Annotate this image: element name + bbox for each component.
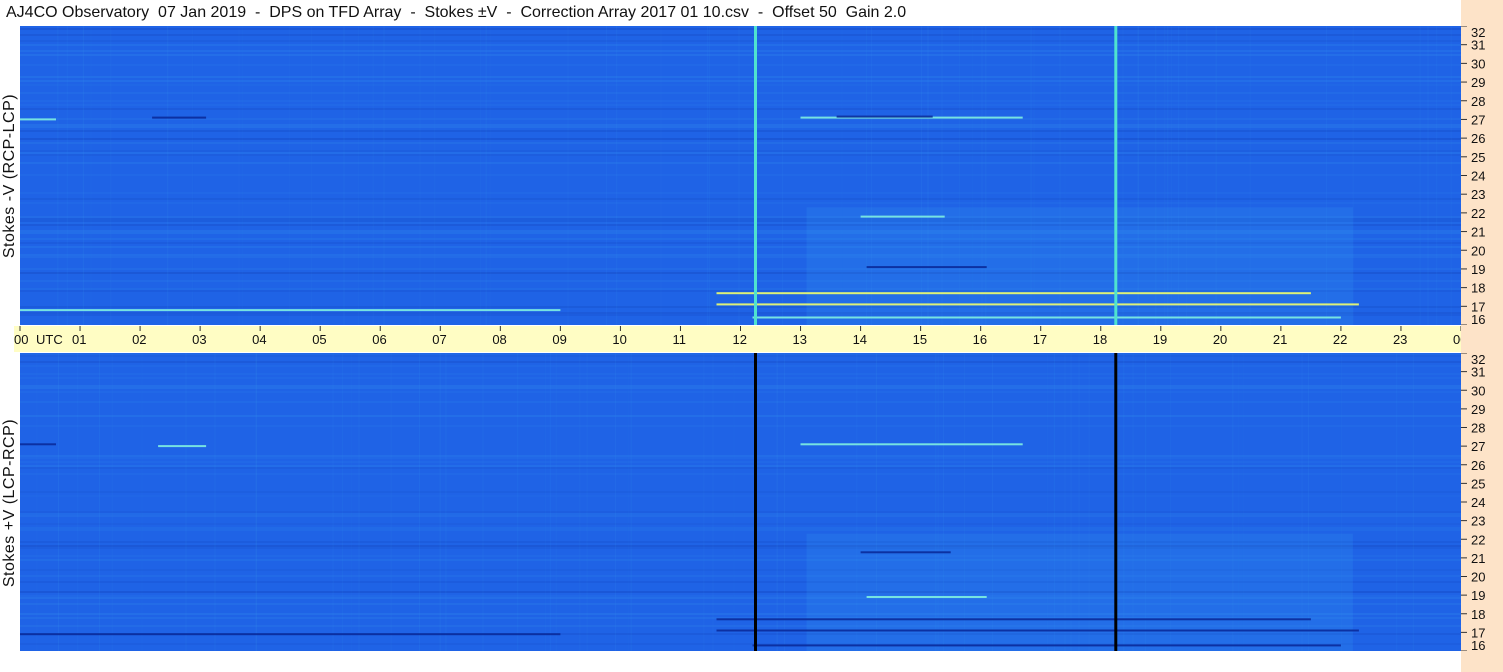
freq-tick-label: 24 bbox=[1471, 169, 1485, 184]
freq-tick-label: 21 bbox=[1471, 551, 1485, 566]
burst-mark bbox=[716, 292, 1311, 295]
freq-tick-label: 25 bbox=[1471, 476, 1485, 491]
vertical-marker-line bbox=[1114, 353, 1118, 651]
time-tick-label: 00 bbox=[1453, 332, 1461, 347]
time-tick-label: 00 bbox=[14, 332, 28, 347]
utc-unit-label: UTC bbox=[36, 332, 63, 347]
freq-tick-label: 19 bbox=[1471, 588, 1485, 603]
burst-mark bbox=[20, 118, 56, 121]
bottom-frequency-axis: 32 31 30 29 28 27 26 25 24 23 22 21 20 19 18 17 16 bbox=[1461, 352, 1503, 653]
burst-mark bbox=[152, 116, 207, 119]
freq-tick-label: 29 bbox=[1471, 402, 1485, 417]
time-tick-label: 22 bbox=[1333, 332, 1347, 347]
vertical-marker-line bbox=[1114, 26, 1118, 325]
vertical-marker-line bbox=[754, 26, 757, 325]
freq-tick-label: 30 bbox=[1471, 383, 1485, 398]
freq-tick-label: 18 bbox=[1471, 607, 1485, 622]
time-tick-label: 05 bbox=[312, 332, 326, 347]
freq-tick-label: 29 bbox=[1471, 75, 1485, 90]
time-tick-label: 19 bbox=[1153, 332, 1167, 347]
freq-tick-label: 22 bbox=[1471, 206, 1485, 221]
freq-tick-label: 28 bbox=[1471, 94, 1485, 109]
chart-title: AJ4CO Observatory 07 Jan 2019 - DPS on T… bbox=[6, 4, 907, 21]
burst-mark bbox=[752, 644, 1341, 647]
time-tick-label: 21 bbox=[1273, 332, 1287, 347]
time-tick-label: 11 bbox=[672, 332, 686, 347]
freq-tick-label: 26 bbox=[1471, 458, 1485, 473]
bottom-panel-ylabel: Stokes +V (LCP-RCP) bbox=[1, 418, 18, 588]
freq-tick-label: 25 bbox=[1471, 150, 1485, 165]
burst-mark bbox=[716, 303, 1359, 306]
time-tick-label: 01 bbox=[72, 332, 86, 347]
burst-mark bbox=[800, 443, 1023, 446]
freq-tick-label: 31 bbox=[1471, 38, 1485, 53]
freq-tick-label: 31 bbox=[1471, 365, 1485, 380]
stokes-minus-v-spectrogram bbox=[20, 26, 1461, 325]
freq-tick-label: 18 bbox=[1471, 281, 1485, 296]
freq-tick-label: 20 bbox=[1471, 243, 1485, 258]
burst-mark bbox=[866, 266, 987, 269]
afternoon-noise-region bbox=[806, 533, 1353, 651]
freq-tick-label: 23 bbox=[1471, 187, 1485, 202]
freq-tick-label: 26 bbox=[1471, 131, 1485, 146]
freq-tick-label: 27 bbox=[1471, 439, 1485, 454]
burst-mark bbox=[20, 443, 56, 446]
time-tick-label: 17 bbox=[1033, 332, 1047, 347]
freq-tick-label: 24 bbox=[1471, 495, 1485, 510]
freq-tick-label: 16 bbox=[1471, 312, 1485, 325]
burst-mark bbox=[860, 215, 945, 218]
freq-tick-label: 28 bbox=[1471, 421, 1485, 436]
burst-mark bbox=[20, 309, 561, 312]
freq-tick-label: 16 bbox=[1471, 638, 1485, 651]
time-tick-label: 16 bbox=[973, 332, 987, 347]
time-tick-label: 12 bbox=[733, 332, 747, 347]
time-tick-label: 14 bbox=[853, 332, 867, 347]
time-tick-label: 13 bbox=[793, 332, 807, 347]
utc-time-axis: 00 UTC 01 02 03 04 05 06 07 08 09 10 11 12 13 14 15 16 17 1… bbox=[14, 326, 1496, 352]
burst-mark bbox=[836, 115, 933, 118]
time-tick-label: 20 bbox=[1213, 332, 1227, 347]
time-tick-label: 10 bbox=[612, 332, 626, 347]
freq-tick-label: 30 bbox=[1471, 56, 1485, 71]
time-tick-label: 06 bbox=[372, 332, 386, 347]
burst-mark bbox=[860, 551, 951, 554]
time-tick-label: 07 bbox=[432, 332, 446, 347]
freq-tick-label: 22 bbox=[1471, 532, 1485, 547]
freq-tick-label: 19 bbox=[1471, 262, 1485, 277]
time-tick-label: 02 bbox=[132, 332, 146, 347]
time-tick-label: 09 bbox=[552, 332, 566, 347]
time-tick-label: 23 bbox=[1393, 332, 1407, 347]
time-tick-label: 18 bbox=[1093, 332, 1107, 347]
time-tick-label: 08 bbox=[492, 332, 506, 347]
top-frequency-axis: 32 31 30 29 28 27 26 25 24 23 22 21 20 19 18 17 16 bbox=[1461, 25, 1503, 327]
vertical-marker-line bbox=[754, 353, 757, 651]
freq-tick-label: 23 bbox=[1471, 514, 1485, 529]
time-tick-label: 04 bbox=[252, 332, 266, 347]
burst-mark bbox=[158, 445, 207, 448]
burst-mark bbox=[752, 316, 1341, 319]
top-panel-ylabel: Stokes -V (RCP-LCP) bbox=[1, 93, 18, 259]
burst-mark bbox=[716, 629, 1359, 632]
stokes-plus-v-spectrogram bbox=[20, 353, 1461, 651]
time-tick-label: 15 bbox=[913, 332, 927, 347]
freq-tick-label: 27 bbox=[1471, 112, 1485, 127]
burst-mark bbox=[716, 618, 1311, 621]
freq-tick-label: 21 bbox=[1471, 225, 1485, 240]
burst-mark bbox=[20, 633, 561, 636]
burst-mark bbox=[866, 596, 987, 598]
freq-tick-label: 20 bbox=[1471, 570, 1485, 585]
time-tick-label: 03 bbox=[192, 332, 206, 347]
